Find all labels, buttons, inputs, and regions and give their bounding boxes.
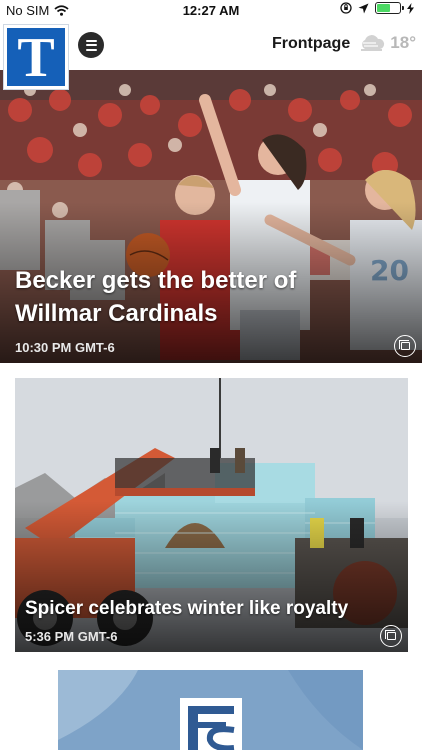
charging-bolt-icon bbox=[407, 2, 414, 14]
cloud-icon bbox=[361, 35, 385, 51]
gallery-icon[interactable] bbox=[380, 625, 402, 647]
story-card-lead[interactable]: 20 Becker gets the better of Willmar Car… bbox=[0, 70, 422, 363]
menu-button[interactable] bbox=[78, 32, 104, 58]
menu-line-icon bbox=[85, 39, 97, 42]
newspaper-logo[interactable]: T bbox=[4, 25, 68, 89]
battery-icon bbox=[375, 2, 404, 14]
status-right bbox=[340, 2, 414, 14]
story-headline[interactable]: Spicer celebrates winter like royalty bbox=[25, 597, 385, 621]
orientation-lock-icon bbox=[340, 2, 352, 14]
story-card[interactable]: Spicer celebrates winter like royalty 5:… bbox=[15, 378, 408, 652]
menu-line-icon bbox=[85, 48, 97, 51]
section-title: Frontpage bbox=[272, 35, 351, 52]
gallery-icon[interactable] bbox=[394, 335, 416, 357]
story-timestamp: 10:30 PM GMT-6 bbox=[15, 340, 115, 355]
story-timestamp: 5:36 PM GMT-6 bbox=[25, 629, 118, 644]
status-bar: No SIM 12:27 AM bbox=[0, 0, 422, 22]
advertisement-banner[interactable] bbox=[58, 670, 363, 750]
ad-logo-image bbox=[58, 670, 363, 750]
app-header: T Frontpage 18° bbox=[0, 22, 422, 89]
weather-widget[interactable]: 18° bbox=[358, 33, 416, 53]
story-headline[interactable]: Becker gets the better of Willmar Cardin… bbox=[15, 264, 335, 330]
logo-letter: T bbox=[17, 27, 55, 89]
location-arrow-icon bbox=[358, 3, 369, 13]
menu-line-icon bbox=[85, 44, 97, 46]
battery-level bbox=[377, 4, 391, 12]
weather-temperature: 18° bbox=[390, 33, 416, 52]
